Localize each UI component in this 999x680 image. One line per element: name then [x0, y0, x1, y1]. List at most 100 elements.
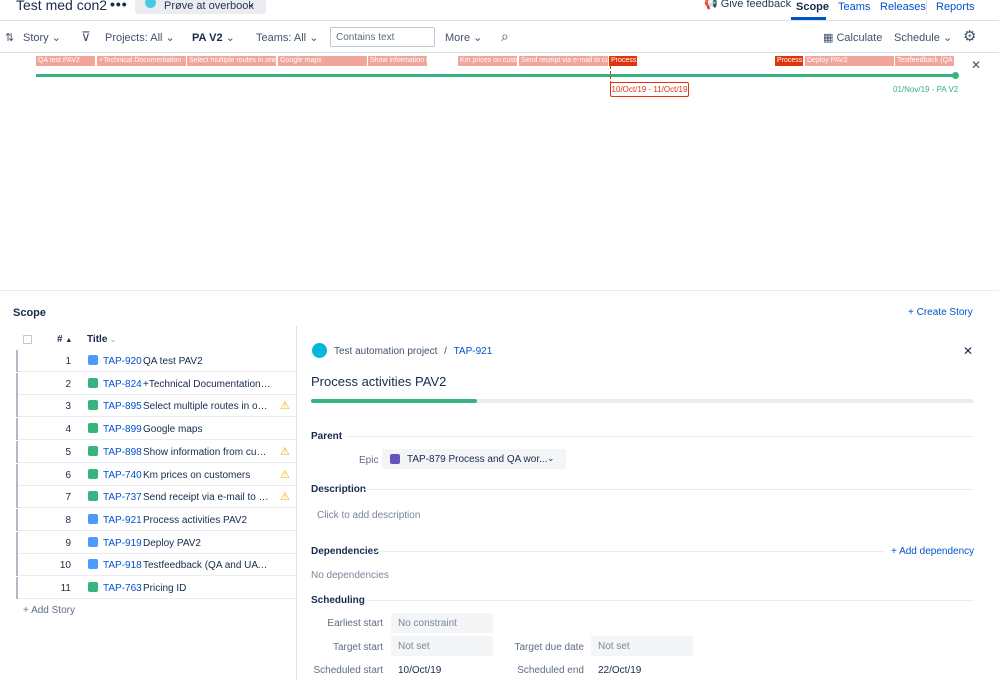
row-drag-handle[interactable] — [16, 463, 18, 486]
row-drag-handle[interactable] — [16, 554, 18, 577]
description-field[interactable]: Click to add description — [317, 510, 420, 521]
timeline-bar[interactable]: Select multiple routes in one ... — [187, 56, 276, 66]
table-row[interactable]: 10 TAP-918Testfeedback (QA and UAT) PA... — [16, 554, 297, 577]
timeline-bar-selected[interactable]: Process activities PAV2 — [609, 56, 637, 66]
timeline-bar-selected[interactable]: Process — [775, 56, 803, 66]
create-story-button[interactable]: + Create Story — [908, 307, 973, 318]
more-actions-icon[interactable]: ••• — [110, 0, 128, 12]
row-drag-handle[interactable] — [16, 531, 18, 554]
hierarchy-level-select[interactable]: Story ⌄ — [23, 31, 61, 44]
issue-key-link[interactable]: TAP-899 — [103, 424, 142, 435]
issue-title[interactable]: Deploy PAV2 — [143, 538, 271, 549]
issue-key-link[interactable]: TAP-898 — [103, 447, 142, 458]
calculate-button[interactable]: ▦ Calculate — [823, 31, 882, 44]
row-drag-handle[interactable] — [16, 395, 18, 418]
row-drag-handle[interactable] — [16, 350, 18, 372]
scenario-selector[interactable]: Prøve at overbook ⌄ — [135, 0, 266, 14]
issue-key-link[interactable]: TAP-921 — [103, 515, 142, 526]
add-dependency-button[interactable]: + Add dependency — [891, 546, 974, 557]
epic-select[interactable]: TAP-879 Process and QA wor... ⌄ — [382, 449, 566, 469]
warning-icon[interactable]: ⚠ — [280, 490, 290, 503]
table-row[interactable]: 2 TAP-824 +Technical Documentation - ... — [16, 372, 297, 395]
row-drag-handle[interactable] — [16, 486, 18, 509]
row-drag-handle[interactable] — [16, 440, 18, 463]
tab-releases[interactable]: Releases — [880, 1, 926, 13]
earliest-start-field[interactable]: No constraint — [391, 613, 493, 633]
column-header-rank[interactable]: # ▲ — [57, 334, 72, 345]
settings-icon[interactable]: ⚙ — [963, 27, 976, 45]
timeline-resize-divider[interactable] — [0, 290, 999, 291]
row-drag-handle[interactable] — [16, 372, 18, 395]
target-due-field[interactable]: Not set — [591, 636, 693, 656]
issue-title[interactable]: Pricing ID — [143, 583, 271, 594]
issue-title[interactable]: Show information from custo... — [143, 447, 271, 458]
issue-key-link[interactable]: TAP-740 — [103, 470, 142, 481]
tab-reports[interactable]: Reports — [936, 1, 975, 13]
table-row[interactable]: 7 TAP-737Send receipt via e-mail to cust.… — [16, 486, 297, 509]
give-feedback-button[interactable]: 📢 Give feedback — [704, 0, 791, 10]
search-input[interactable]: Contains text — [330, 27, 435, 47]
schedule-dropdown[interactable]: Schedule ⌄ — [894, 31, 952, 44]
filter-icon[interactable]: ⊽ — [81, 29, 91, 45]
issue-title[interactable]: Testfeedback (QA and UAT) PA... — [143, 560, 271, 571]
issue-title[interactable]: Google maps — [143, 424, 271, 435]
close-icon[interactable]: ✕ — [963, 344, 973, 358]
close-icon[interactable]: ✕ — [971, 58, 981, 72]
table-row[interactable]: 11 TAP-763 Pricing ID — [16, 577, 297, 599]
target-start-field[interactable]: Not set — [391, 636, 493, 656]
row-drag-handle[interactable] — [16, 577, 18, 599]
issue-key-link[interactable]: TAP-895 — [103, 401, 142, 412]
issue-title[interactable]: Select multiple routes in one ... — [143, 401, 271, 412]
row-drag-handle[interactable] — [16, 508, 18, 531]
breadcrumb-project[interactable]: Test automation project — [334, 346, 437, 357]
plan-title[interactable]: Test med con2 — [16, 0, 107, 13]
warning-icon[interactable]: ⚠ — [280, 399, 290, 412]
issue-key-link[interactable]: TAP-920 — [103, 356, 142, 367]
timeline-bar[interactable]: QA test PAV2 — [36, 56, 95, 66]
more-filters-button[interactable]: More ⌄ — [445, 31, 482, 44]
issue-title[interactable]: QA test PAV2 — [143, 356, 271, 367]
issue-key-link[interactable]: TAP-824 — [103, 379, 142, 390]
timeline-bar[interactable]: Deploy PAV2 — [805, 56, 894, 66]
column-header-title[interactable]: Title ⌄ — [87, 334, 116, 345]
timeline-bar[interactable]: Google maps — [278, 56, 367, 66]
teams-filter[interactable]: Teams: All ⌄ — [256, 31, 318, 44]
row-drag-handle[interactable] — [16, 418, 18, 441]
timeline-bar[interactable]: +Technical Documentation - ... — [97, 56, 186, 66]
release-filter[interactable]: PA V2 ⌄ — [192, 31, 235, 44]
table-row[interactable]: 3 TAP-895 Select multiple routes in one ..… — [16, 395, 297, 418]
table-row[interactable]: 6 TAP-740 Km prices on customers ⚠ — [16, 463, 297, 486]
timeline-bar[interactable]: Testfeedback (QA and UAT) — [895, 56, 954, 66]
issue-title[interactable]: Process activities PAV2 — [311, 374, 446, 389]
warning-icon[interactable]: ⚠ — [280, 445, 290, 458]
issue-title[interactable]: Process activities PAV2 — [143, 515, 271, 526]
issue-title[interactable]: Send receipt via e-mail to cust... — [143, 492, 271, 503]
timeline-bar[interactable]: Show information from customer — [368, 56, 427, 66]
hierarchy-icon[interactable]: ⇅ — [5, 31, 14, 44]
projects-filter[interactable]: Projects: All ⌄ — [105, 31, 175, 44]
table-row[interactable]: 9 TAP-919 Deploy PAV2 — [16, 531, 297, 554]
scenario-label: Prøve at overbook — [164, 0, 254, 12]
table-row[interactable]: 1 TAP-920 QA test PAV2 — [16, 350, 297, 372]
release-marker-dot[interactable] — [952, 72, 959, 79]
issue-title[interactable]: +Technical Documentation - ... — [143, 379, 271, 390]
timeline-bar[interactable]: Send receipt via e-mail to customer — [519, 56, 608, 66]
table-row[interactable]: 4 TAP-899 Google maps — [16, 418, 297, 441]
timeline-bar[interactable]: Km prices on customers — [458, 56, 517, 66]
tab-scope[interactable]: Scope — [796, 1, 829, 13]
issue-key-link[interactable]: TAP-918 — [103, 560, 142, 571]
breadcrumb-issue-key[interactable]: TAP-921 — [454, 346, 493, 357]
select-all-checkbox[interactable] — [23, 335, 32, 344]
scheduled-end-label: Scheduled end — [517, 665, 584, 676]
tab-teams[interactable]: Teams — [838, 1, 870, 13]
issue-key-link[interactable]: TAP-919 — [103, 538, 142, 549]
table-row[interactable]: 8 TAP-921 Process activities PAV2 — [16, 508, 297, 531]
warning-icon[interactable]: ⚠ — [280, 468, 290, 481]
table-row[interactable]: 5 TAP-898 Show information from custo... ⚠ — [16, 440, 297, 463]
issue-key-link[interactable]: TAP-763 — [103, 583, 142, 594]
search-icon[interactable]: ⌕ — [501, 28, 509, 45]
issue-title[interactable]: Km prices on customers — [143, 470, 271, 481]
issue-key-link[interactable]: TAP-737 — [103, 492, 142, 503]
panel-divider[interactable] — [296, 326, 297, 680]
add-story-button[interactable]: + Add Story — [23, 605, 75, 616]
